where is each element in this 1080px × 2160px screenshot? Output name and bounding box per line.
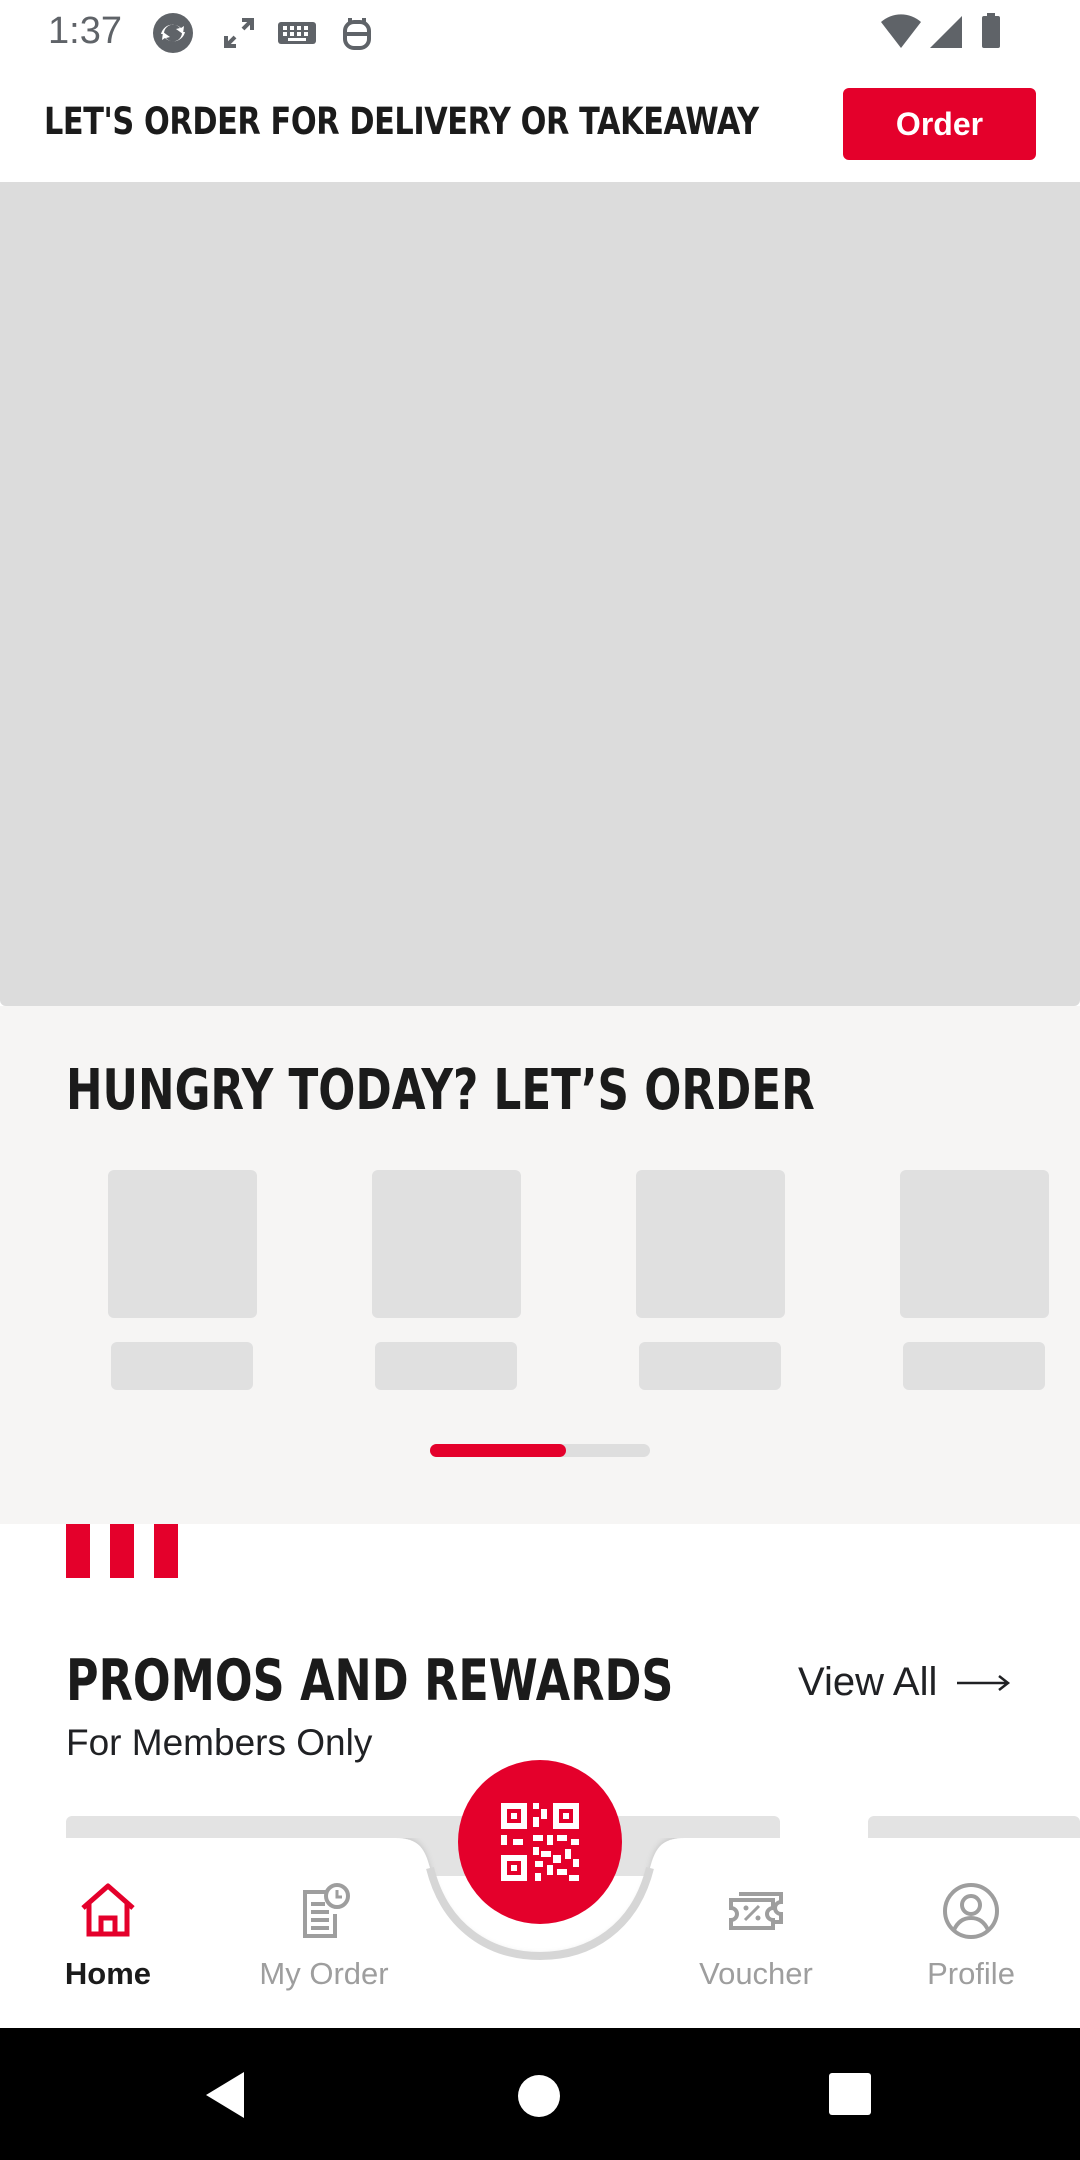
category-label-placeholder xyxy=(111,1342,253,1390)
home-icon xyxy=(81,1883,135,1937)
header: LET'S ORDER FOR DELIVERY OR TAKEAWAY Ord… xyxy=(0,66,1080,182)
carousel-scroll-thumb xyxy=(430,1444,567,1457)
view-all-label: View All xyxy=(798,1660,938,1704)
category-label-placeholder xyxy=(639,1342,781,1390)
profile-icon xyxy=(943,1883,999,1939)
brand-stripe xyxy=(110,1524,134,1578)
carousel-scroll-indicator xyxy=(430,1444,650,1457)
nav-label-profile: Profile xyxy=(927,1956,1015,1991)
category-thumb-placeholder[interactable] xyxy=(108,1170,257,1318)
signal-icon xyxy=(930,16,962,48)
nav-item-voucher[interactable]: Voucher xyxy=(656,1880,856,2010)
category-thumb-placeholder[interactable] xyxy=(372,1170,521,1318)
wifi-icon xyxy=(881,14,921,48)
qr-scan-button[interactable] xyxy=(458,1760,622,1924)
order-history-icon xyxy=(303,1883,350,1938)
brand-stripe xyxy=(154,1524,178,1578)
keyboard-icon xyxy=(278,22,316,44)
status-bar: 1:37 xyxy=(0,0,1080,66)
status-time: 1:37 xyxy=(48,10,122,52)
nav-item-my-order[interactable]: My Order xyxy=(224,1880,424,2010)
nav-item-home[interactable]: Home xyxy=(8,1880,208,2010)
section-title-promos: PROMOS AND REWARDS xyxy=(66,1648,674,1714)
view-all-link[interactable]: View All xyxy=(798,1660,1011,1705)
qr-code-icon xyxy=(501,1803,579,1881)
nav-label-home: Home xyxy=(64,1956,152,1991)
hungry-section: HUNGRY TODAY? LET’S ORDER xyxy=(0,1006,1080,1524)
category-label-placeholder xyxy=(375,1342,517,1390)
nav-label-my-order: My Order xyxy=(259,1956,389,1991)
category-label-placeholder xyxy=(903,1342,1045,1390)
category-thumb-placeholder[interactable] xyxy=(900,1170,1049,1318)
nav-label-voucher: Voucher xyxy=(699,1956,813,1991)
header-title: LET'S ORDER FOR DELIVERY OR TAKEAWAY xyxy=(44,100,759,143)
sync-icon xyxy=(153,13,193,53)
order-button[interactable]: Order xyxy=(843,88,1036,160)
battery-icon xyxy=(982,13,1000,48)
back-icon[interactable] xyxy=(200,2068,250,2122)
system-nav-bar xyxy=(0,2028,1080,2160)
voucher-icon xyxy=(729,1892,783,1930)
home-circle-icon[interactable] xyxy=(515,2072,563,2120)
section-title-hungry: HUNGRY TODAY? LET’S ORDER xyxy=(66,1058,815,1123)
recents-icon[interactable] xyxy=(828,2072,872,2116)
arrow-right-icon xyxy=(957,1674,1011,1691)
nav-item-profile[interactable]: Profile xyxy=(871,1880,1071,2010)
expand-icon xyxy=(224,18,254,48)
section-subtitle-promos: For Members Only xyxy=(66,1722,373,1763)
category-thumb-placeholder[interactable] xyxy=(636,1170,785,1318)
accessibility-icon xyxy=(343,18,371,50)
brand-stripe xyxy=(66,1524,90,1578)
hero-banner-placeholder[interactable] xyxy=(0,182,1080,1006)
